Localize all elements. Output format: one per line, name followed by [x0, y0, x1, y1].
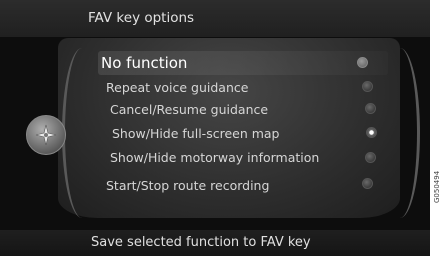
radio-cancel-resume-guidance[interactable]	[365, 103, 376, 114]
menu-item-label: Show/Hide motorway information	[110, 149, 320, 165]
menu-item-label: Cancel/Resume guidance	[110, 101, 269, 117]
compass-star-icon	[35, 124, 57, 146]
header-bar	[0, 0, 430, 37]
menu-item-repeat-voice-guidance[interactable]: Repeat voice guidance	[106, 76, 248, 98]
radio-start-stop-route-recording[interactable]	[362, 178, 373, 189]
infotainment-screen: FAV key options No function Repeat voice…	[0, 0, 430, 256]
menu-item-start-stop-route-recording[interactable]: Start/Stop route recording	[106, 174, 269, 196]
left-arc-decoration	[62, 48, 102, 218]
menu-item-label: No function	[101, 54, 188, 72]
radio-no-function[interactable]	[357, 57, 368, 68]
radio-show-hide-motorway-information[interactable]	[365, 152, 376, 163]
menu-item-no-function[interactable]: No function	[101, 52, 187, 74]
radio-show-hide-full-screen-map[interactable]	[366, 127, 377, 138]
image-code: G050494	[433, 170, 441, 203]
menu-item-show-hide-motorway-information[interactable]: Show/Hide motorway information	[110, 146, 319, 168]
navigation-knob-icon[interactable]	[26, 115, 66, 155]
menu-item-label: Start/Stop route recording	[106, 177, 270, 193]
menu-item-label: Show/Hide full-screen map	[112, 125, 280, 141]
menu-item-label: Repeat voice guidance	[106, 79, 249, 95]
menu-item-show-hide-full-screen-map[interactable]: Show/Hide full-screen map	[112, 122, 280, 144]
menu-item-cancel-resume-guidance[interactable]: Cancel/Resume guidance	[110, 98, 268, 120]
footer-hint: Save selected function to FAV key	[91, 235, 311, 250]
screen-title: FAV key options	[88, 10, 195, 26]
radio-repeat-voice-guidance[interactable]	[362, 81, 373, 92]
